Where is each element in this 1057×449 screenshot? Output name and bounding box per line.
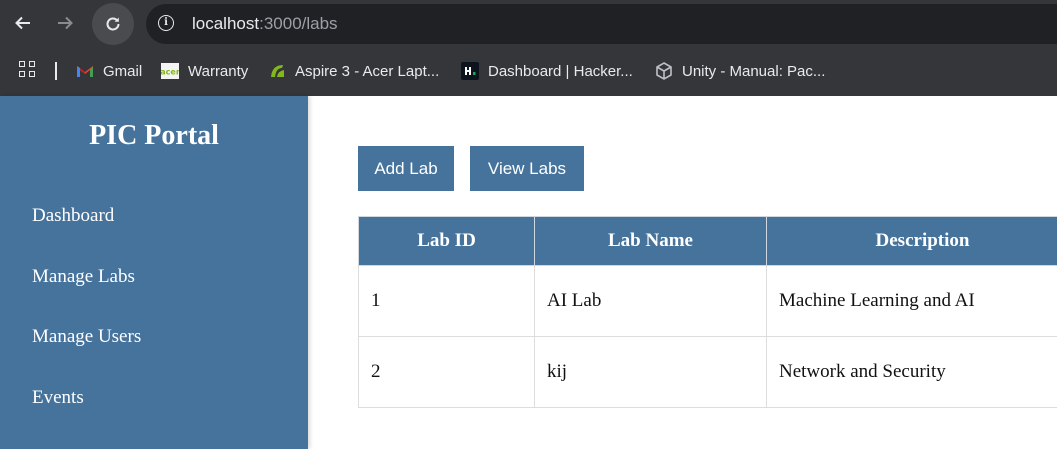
arrow-left-icon xyxy=(15,16,30,30)
cell-description: Network and Security xyxy=(766,336,1057,408)
sidebar-item-dashboard[interactable]: Dashboard xyxy=(32,205,114,227)
cell-lab-name: AI Lab xyxy=(534,265,767,337)
reload-button[interactable] xyxy=(92,3,134,45)
bookmark-label: Warranty xyxy=(188,62,249,80)
reload-icon xyxy=(106,17,120,31)
column-header-description: Description xyxy=(766,216,1057,266)
apps-grid-icon[interactable] xyxy=(19,61,37,79)
table-row: 1 AI Lab Machine Learning and AI xyxy=(358,265,1057,337)
url-host: localhost xyxy=(192,14,260,33)
table-row: 2 kij Network and Security xyxy=(358,336,1057,408)
bookmark-hackerrank[interactable]: Dashboard | Hacker... xyxy=(461,60,633,82)
browser-toolbar: i localhost:3000/labs xyxy=(0,0,1057,48)
back-button[interactable] xyxy=(6,6,40,40)
bookmark-label: Aspire 3 - Acer Lapt... xyxy=(295,62,440,80)
svg-text:acer: acer xyxy=(161,68,179,77)
bookmarks-separator xyxy=(55,62,57,80)
unity-icon xyxy=(655,62,673,80)
gmail-icon xyxy=(76,62,94,80)
forward-button[interactable] xyxy=(48,6,82,40)
bookmark-unity[interactable]: Unity - Manual: Pac... xyxy=(655,60,825,82)
view-labs-button[interactable]: View Labs xyxy=(470,146,584,191)
add-lab-button[interactable]: Add Lab xyxy=(358,146,454,191)
url-text[interactable]: localhost:3000/labs xyxy=(192,14,338,34)
acer-icon: acer xyxy=(160,62,180,80)
bookmark-aspire[interactable]: Aspire 3 - Acer Lapt... xyxy=(268,60,439,82)
cell-description: Machine Learning and AI xyxy=(766,265,1057,337)
url-path: :3000/labs xyxy=(259,14,338,33)
bookmark-gmail[interactable]: Gmail xyxy=(76,60,142,82)
sidebar-item-manage-users[interactable]: Manage Users xyxy=(32,326,141,348)
bookmark-label: Gmail xyxy=(103,62,143,80)
sidebar-item-events[interactable]: Events xyxy=(32,387,84,409)
cell-lab-id: 1 xyxy=(358,265,535,337)
brand-title: PIC Portal xyxy=(89,120,219,151)
address-bar[interactable]: i localhost:3000/labs xyxy=(146,4,1057,44)
arrow-right-icon xyxy=(58,16,73,30)
hackerrank-icon xyxy=(461,62,479,80)
bookmarks-bar: Gmail acer Warranty Aspire 3 - Acer Lapt… xyxy=(0,48,1057,96)
site-info-icon[interactable]: i xyxy=(158,15,174,31)
column-header-lab-name: Lab Name xyxy=(534,216,767,266)
bookmark-label: Dashboard | Hacker... xyxy=(488,62,633,80)
acer-green-icon xyxy=(268,62,286,80)
sidebar-item-manage-labs[interactable]: Manage Labs xyxy=(32,266,135,288)
sidebar: PIC Portal Dashboard Manage Labs Manage … xyxy=(0,96,308,449)
bookmark-warranty[interactable]: acer Warranty xyxy=(160,60,249,82)
cell-lab-id: 2 xyxy=(358,336,535,408)
cell-lab-name: kij xyxy=(534,336,767,408)
labs-table: Lab ID Lab Name Description 1 AI Lab Mac… xyxy=(358,216,1057,408)
bookmark-label: Unity - Manual: Pac... xyxy=(682,62,826,80)
column-header-lab-id: Lab ID xyxy=(358,216,535,266)
table-header-row: Lab ID Lab Name Description xyxy=(358,216,1057,266)
